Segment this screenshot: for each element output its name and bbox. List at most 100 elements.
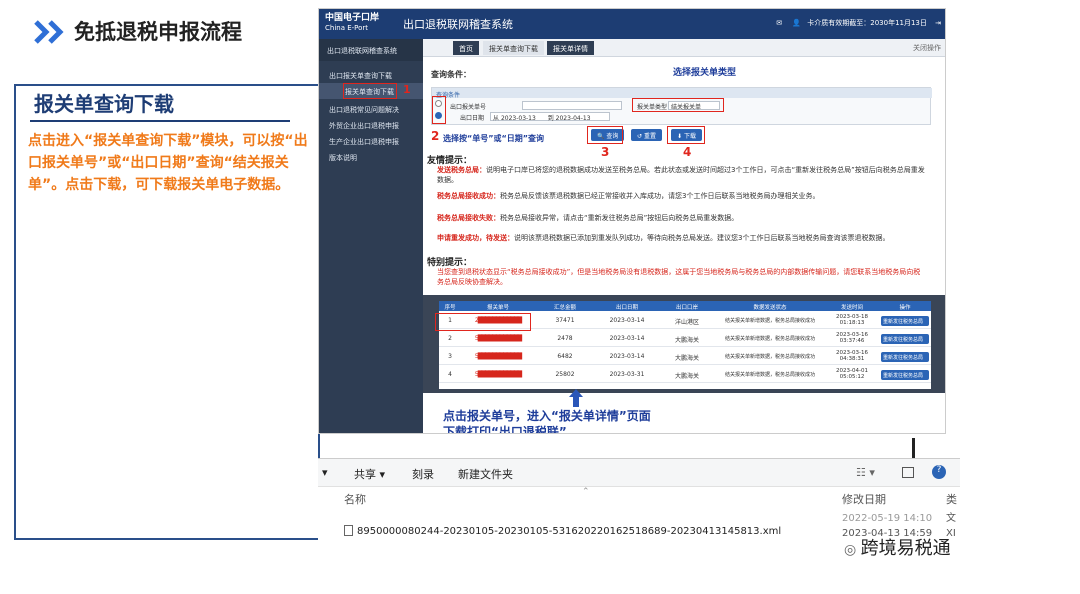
logout-icon[interactable]: ⇥: [935, 19, 941, 27]
double-chevron-icon: [34, 20, 64, 44]
table-row: 2 5████████████ 2478 2023-03-14 大鹏海关 结关报…: [439, 331, 931, 347]
sidebar-header: 出口退税联网稽查系统: [319, 39, 423, 61]
watermark: ◎ 跨境易税通: [844, 534, 951, 560]
cell-no-link[interactable]: 5████████████: [461, 335, 535, 342]
cell-time: 2023-03-16 04:38:31: [836, 350, 868, 362]
query-box-title: 查询条件: [432, 88, 932, 99]
close-ops[interactable]: 关闭操作: [913, 43, 941, 53]
chevron-down-icon[interactable]: ▾: [322, 466, 328, 479]
cell-port: 大鹏海关: [674, 337, 699, 344]
field-number-input[interactable]: [522, 101, 622, 110]
query-label: 查询条件：: [431, 70, 471, 79]
col-date[interactable]: 修改日期: [842, 491, 886, 507]
up-arrow-icon: [569, 389, 583, 407]
panel-heading: 报关单查询下载: [34, 92, 174, 116]
cell-amount: 37471: [555, 317, 575, 324]
cell-status: 结关报关单新增数据，税务总局接收成功: [724, 354, 815, 360]
th-no: 报关单号: [461, 301, 535, 311]
slide-title: 免抵退税申报流程: [74, 20, 242, 44]
watermark-text: 跨境易税通: [860, 538, 951, 559]
highlight-query: [587, 126, 623, 144]
share-button[interactable]: 共享 ▾: [354, 466, 385, 482]
system-name: 出口退税联网稽查系统: [403, 18, 513, 31]
reset-button[interactable]: ↺ 重置: [631, 129, 662, 141]
tab-home[interactable]: 首页: [453, 41, 479, 55]
cell-amount: 6482: [557, 353, 573, 360]
annot-choose-type: 选择报关单类型: [673, 68, 737, 78]
tip-row-2: 税务总局接收成功：税务总局反馈该票退税数据已经正常接收并入库成功，请您3个工作日…: [437, 191, 927, 201]
resend-button[interactable]: 重新发往税务总局: [881, 334, 929, 344]
cell-time: 2023-03-16 03:37:46: [836, 332, 868, 344]
results-table: 序号 报关单号 汇总金额 出口日期 出口口岸 数据发送状态 发送时间 操作 1 …: [435, 301, 931, 389]
th-status: 数据发送状态: [715, 301, 825, 311]
date-from: 2023-03-13: [500, 115, 536, 122]
burn-button[interactable]: 刻录: [412, 466, 434, 482]
resend-button[interactable]: 重新发往税务总局: [881, 352, 929, 362]
highlight-box-1: [343, 83, 397, 99]
tip-key-2: 税务总局接收成功：: [437, 192, 500, 200]
cell-port: 洋山港区: [674, 319, 699, 326]
new-folder-button[interactable]: 新建文件夹: [458, 466, 513, 482]
resend-button[interactable]: 重新发往税务总局: [881, 316, 929, 326]
sidebar-item-production[interactable]: 生产企业出口退税申报: [319, 133, 423, 149]
tab-query-download[interactable]: 报关单查询下载: [483, 41, 544, 55]
tip-row-4: 申请重发成功，待发送：说明该票退税数据已添加到重发队列成功，等待向税务总局发送。…: [437, 233, 927, 243]
field-number-label: 出口报关单号: [450, 104, 487, 111]
help-icon[interactable]: ?: [932, 465, 946, 479]
tip-row-1: 发送税务总局：说明电子口岸已将您的退税数据成功发送至税务总局。若此状态或发送时间…: [437, 165, 927, 185]
cell-no-link[interactable]: 5████████████: [461, 371, 535, 378]
date-range-input[interactable]: 从 2023-03-13 到 2023-04-13: [490, 112, 610, 122]
xml-file-icon: [344, 525, 353, 536]
file-row[interactable]: 8950000080244-20230105-20230105-53162022…: [344, 525, 781, 537]
cell-date: 2023-03-31: [609, 371, 645, 378]
sidebar-item-version[interactable]: 版本说明: [319, 149, 423, 165]
share-label: 共享: [354, 468, 376, 481]
cell-idx: 4: [448, 371, 452, 378]
wechat-icon: ◎: [844, 542, 861, 558]
cell-port: 大鹏海关: [674, 373, 699, 380]
resend-button[interactable]: 重新发往税务总局: [881, 370, 929, 380]
tip-text-3: 税务总局接收异常，请点击“重新发往税务总局”按钮后向税务总局重发数据。: [500, 214, 739, 222]
table-row: 4 5████████████ 25802 2023-03-31 大鹏海关 结关…: [439, 367, 931, 383]
th-date: 出口日期: [595, 301, 659, 311]
sidebar-item-export-query[interactable]: 出口报关单查询下载: [319, 67, 423, 83]
tip-key-1: 发送税务总局：: [437, 166, 486, 174]
view-options-icon[interactable]: ☷ ▾: [856, 466, 875, 479]
tip-key-3: 税务总局接收失败：: [437, 214, 500, 222]
th-port: 出口口岸: [659, 301, 715, 311]
highlight-type: [632, 98, 724, 112]
cell-date: 2023-03-14: [609, 353, 645, 360]
step-number-3: 3: [601, 145, 610, 159]
th-amount: 汇总金额: [535, 301, 595, 311]
main-content: 查询条件： 选择报关单类型 查询条件 出口报关单号 出口日期 从 2023-03…: [423, 57, 945, 433]
col-name[interactable]: 名称: [344, 491, 366, 507]
table-row: 3 5████████████ 6482 2023-03-14 大鹏海关 结关报…: [439, 349, 931, 365]
field-date-label: 出口日期: [460, 115, 485, 122]
mail-icon[interactable]: ✉: [776, 19, 782, 27]
step-number-1: 1: [403, 83, 411, 96]
special-tips-text: 当您查到退税状态显示“税务总局接收成功”，但是当地税务局没有退税数据，这属于您当…: [437, 268, 921, 286]
reset-button-label: 重置: [643, 133, 656, 140]
cell-no-link[interactable]: 5████████████: [461, 353, 535, 360]
file-date-1: 2022-05-19 14:10: [842, 513, 933, 524]
tip-text-4: 说明该票退税数据已添加到重发队列成功，等待向税务总局发送。建议您3个工作日后联系…: [514, 234, 890, 242]
col-type[interactable]: 类: [946, 491, 957, 507]
sidebar-item-faq[interactable]: 出口退税常见问题解决: [319, 101, 423, 117]
sidebar-item-trade[interactable]: 外贸企业出口退税申报: [319, 117, 423, 133]
cell-time: 2023-04-01 05:05:12: [836, 368, 868, 380]
preview-pane-icon[interactable]: [902, 467, 914, 478]
sidebar: 出口退税联网稽查系统 出口报关单查询下载 报关单查询下载 出口退税常见问题解决 …: [319, 39, 423, 433]
sort-chevron-icon: ⌃: [582, 487, 590, 497]
file-name: 8950000080244-20230105-20230105-53162022…: [357, 526, 782, 537]
step-number-2: 2: [431, 129, 440, 143]
file-type-1: 文: [946, 513, 956, 524]
panel-heading-underline: [30, 120, 290, 122]
cert-info: 卡介质有效期截至：2030年11月13日: [807, 19, 927, 27]
cell-amount: 2478: [557, 335, 573, 342]
step-number-4: 4: [683, 145, 692, 159]
tab-detail[interactable]: 报关单详情: [547, 41, 594, 55]
cell-status: 结关报关单新增数据，税务总局接收成功: [724, 372, 815, 378]
highlight-number-link: [435, 313, 531, 331]
logo-cn: 中国电子口岸: [325, 13, 380, 23]
user-icon[interactable]: 👤: [792, 19, 801, 27]
